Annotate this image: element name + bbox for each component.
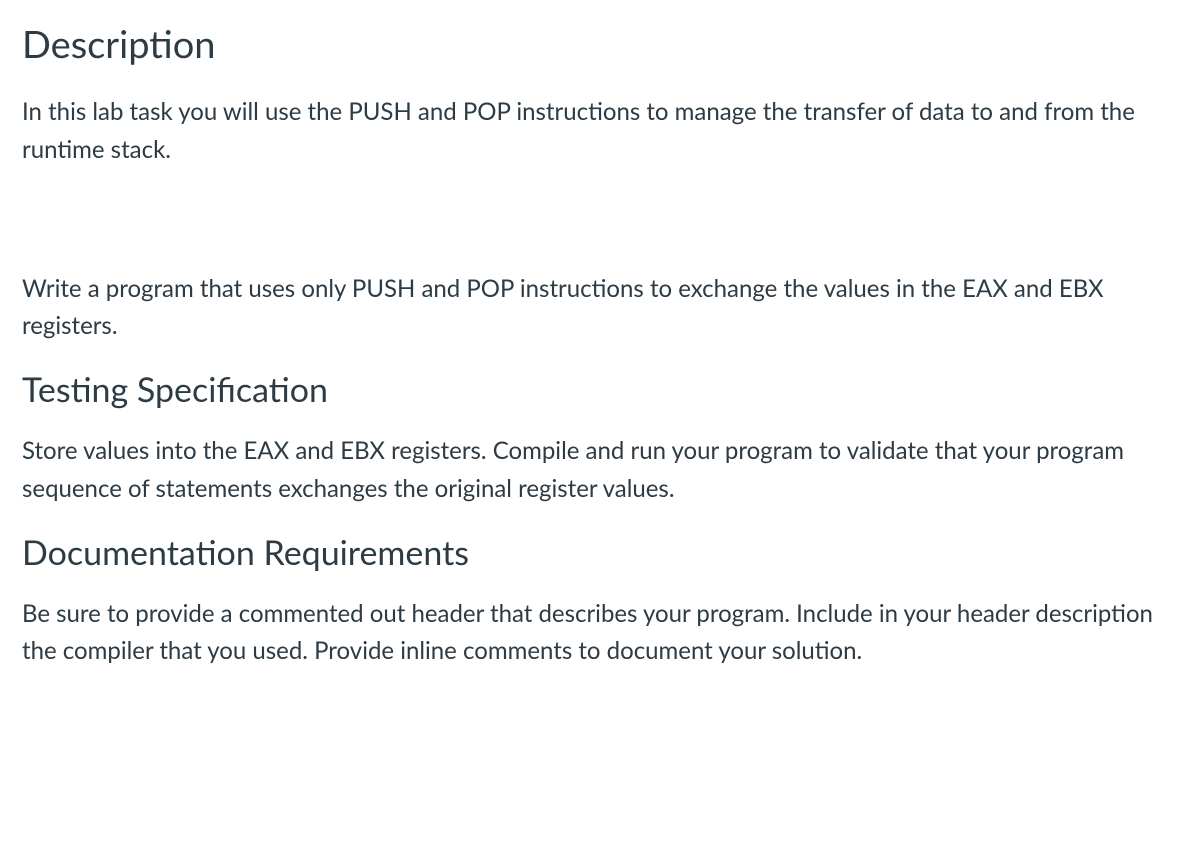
description-intro-text: In this lab task you will use the PUSH a… xyxy=(22,93,1180,167)
content-spacer xyxy=(22,192,1180,270)
testing-heading: Testing Specification xyxy=(22,368,1180,412)
documentation-body-text: Be sure to provide a commented out heade… xyxy=(22,595,1180,669)
description-task-text: Write a program that uses only PUSH and … xyxy=(22,270,1180,344)
testing-body-text: Store values into the EAX and EBX regist… xyxy=(22,432,1180,506)
documentation-heading: Documentation Requirements xyxy=(22,531,1180,575)
description-heading: Description xyxy=(22,20,1180,69)
